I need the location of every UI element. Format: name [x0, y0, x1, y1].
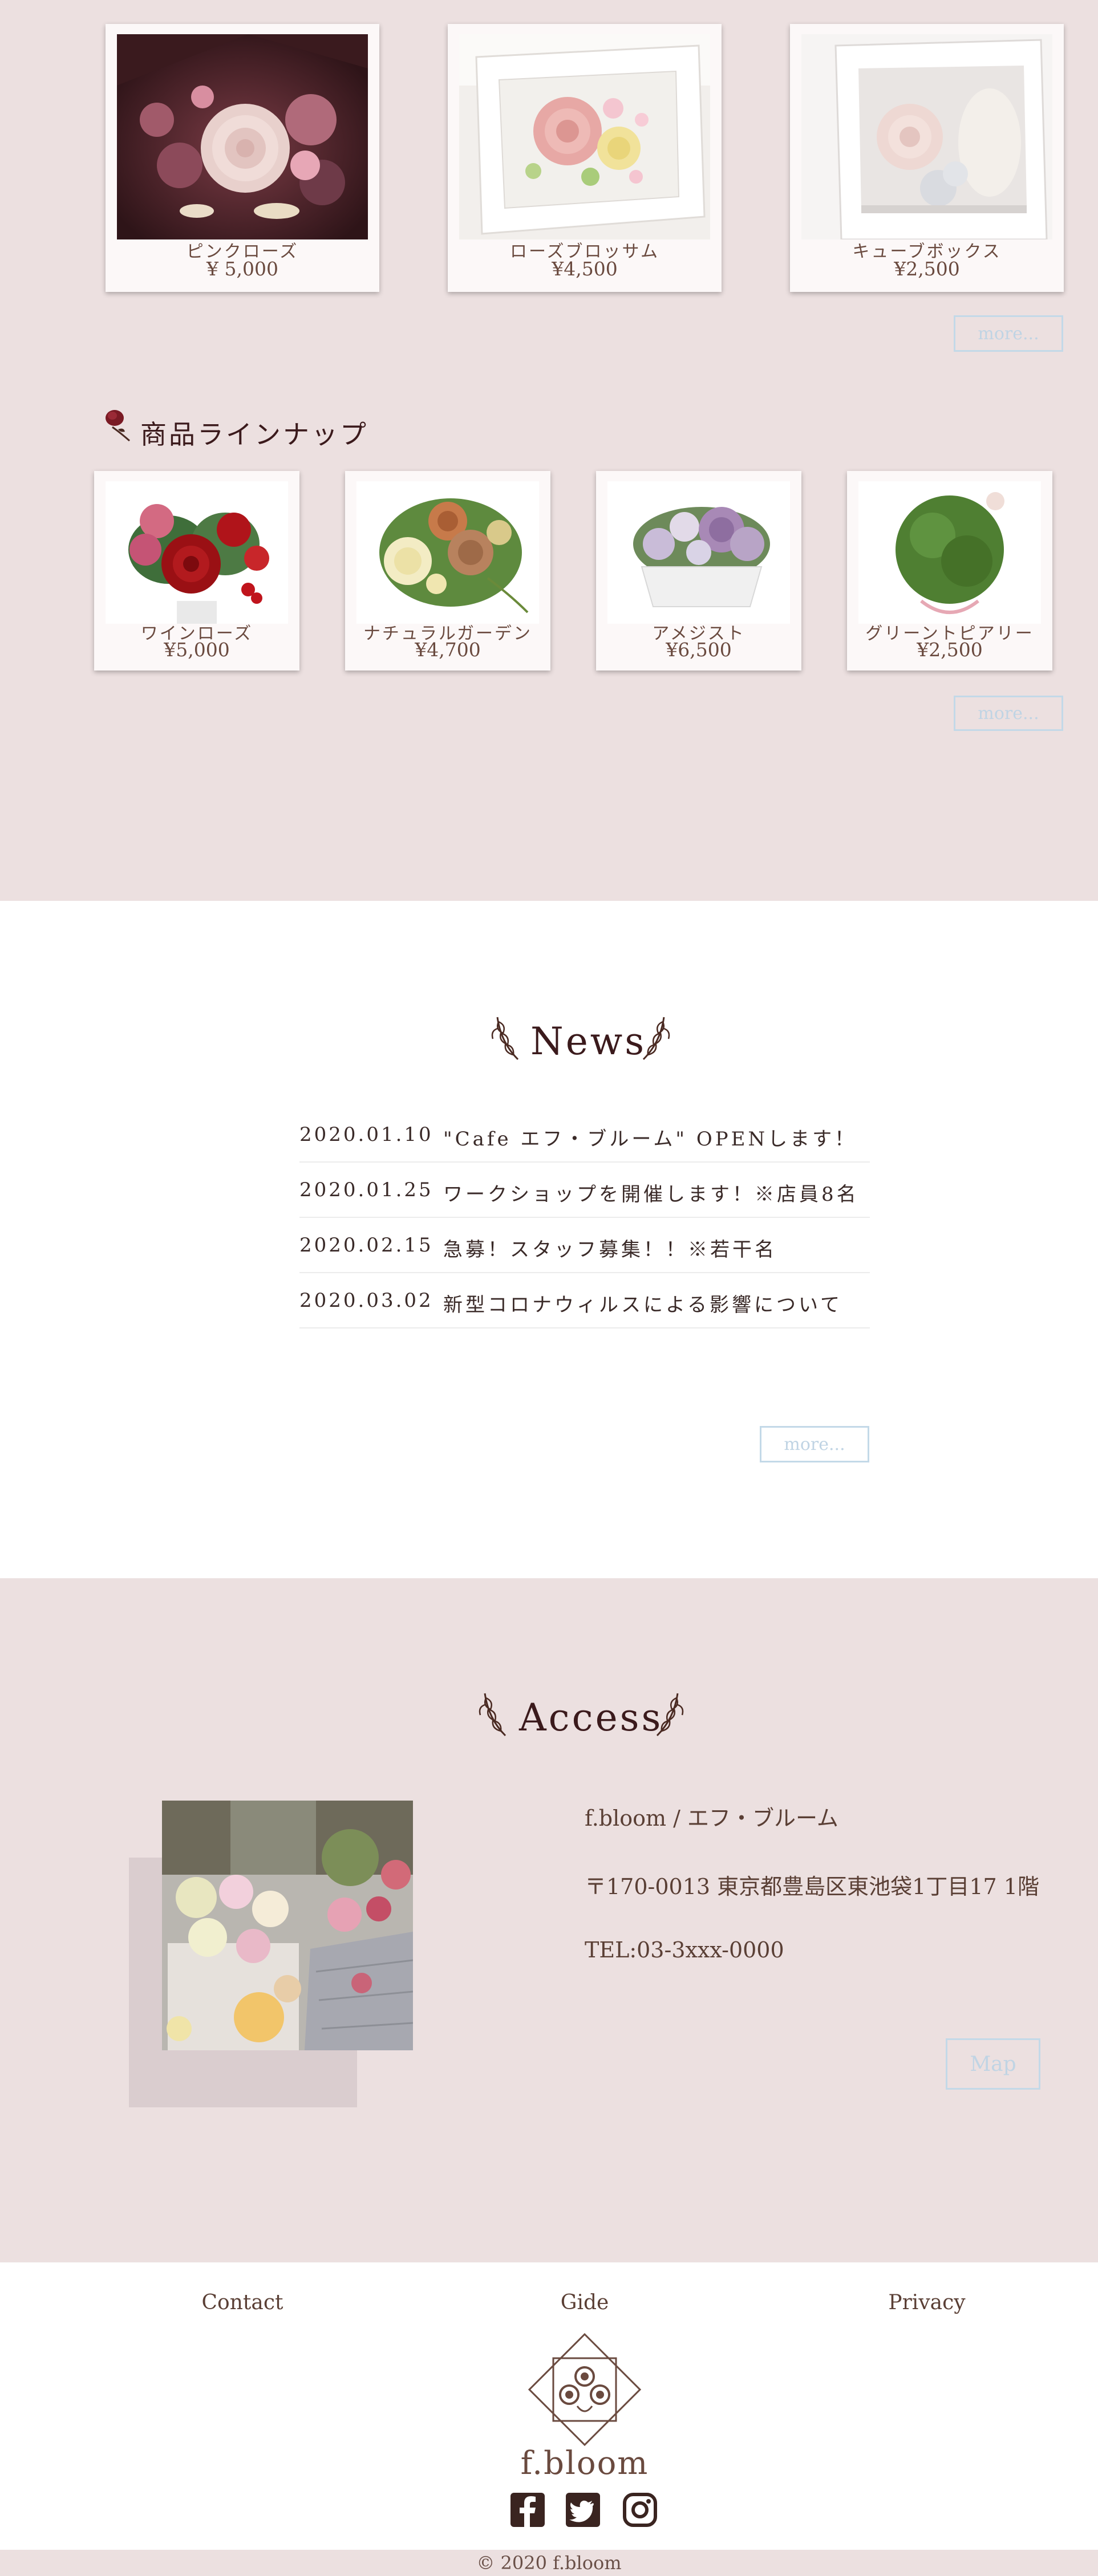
- logo-mark[interactable]: [526, 2331, 643, 2448]
- lineup-card-green-topiary[interactable]: グリーントピアリー ¥2,500: [847, 471, 1052, 671]
- product-price: ¥4,500: [552, 258, 618, 280]
- product-price: ¥4,700: [415, 639, 481, 661]
- product-image: [607, 481, 790, 624]
- news-date: 2020.01.25: [299, 1179, 433, 1201]
- product-price: ¥2,500: [917, 639, 983, 661]
- shop-photo: [162, 1801, 413, 2050]
- news-date: 2020.03.02: [299, 1289, 433, 1312]
- shop-name: f.bloom / エフ・ブルーム: [585, 1806, 838, 1831]
- access-title: Access: [519, 1696, 663, 1740]
- news-text: 急募！スタッフ募集！！※若干名: [443, 1238, 777, 1261]
- news-text: ワークショップを開催します！※店員8名: [443, 1183, 859, 1206]
- twitter-icon[interactable]: [565, 2492, 601, 2528]
- product-card-rose-blossom[interactable]: ローズブロッサム ¥4,500: [448, 24, 722, 292]
- copyright: © 2020 f.bloom: [0, 2550, 1098, 2576]
- lineup-heading: 商品ラインナップ: [140, 419, 368, 450]
- product-card-pink-rose[interactable]: ピンクローズ ¥ 5,000: [106, 24, 379, 292]
- product-image: [459, 34, 710, 239]
- news-section: News 2020.01.10 "Cafe エフ・ブルーム" OPENします！ …: [0, 901, 1098, 1578]
- news-text: "Cafe エフ・ブルーム" OPENします！: [443, 1128, 857, 1151]
- product-price: ¥6,500: [666, 639, 732, 661]
- featured-more-button[interactable]: more...: [954, 315, 1063, 352]
- facebook-icon[interactable]: [509, 2492, 546, 2528]
- logo-text: f.bloom: [520, 2445, 649, 2482]
- lineup-more-button[interactable]: more...: [954, 696, 1063, 731]
- news-title: News: [530, 1019, 647, 1063]
- product-image: [858, 481, 1041, 624]
- access-section: Access f.bloom / エフ・ブルーム 〒170-0013 東京都豊島…: [0, 1578, 1098, 2262]
- footer: Contact Gide Privacy f.bloom: [0, 2262, 1098, 2550]
- laurel-right-icon: [651, 1690, 686, 1738]
- product-image: [106, 481, 288, 624]
- lineup-card-wine-rose[interactable]: ワインローズ ¥5,000: [94, 471, 299, 671]
- rose-icon: [104, 408, 135, 442]
- product-price: ¥5,000: [164, 639, 230, 661]
- product-image: [801, 34, 1052, 239]
- news-more-button[interactable]: more...: [760, 1426, 869, 1462]
- news-item[interactable]: 2020.02.15 急募！スタッフ募集！！※若干名: [299, 1218, 870, 1273]
- news-item[interactable]: 2020.01.10 "Cafe エフ・ブルーム" OPENします！: [299, 1107, 870, 1163]
- product-image: [117, 34, 368, 239]
- news-date: 2020.02.15: [299, 1234, 433, 1257]
- footer-link-privacy[interactable]: Privacy: [870, 2291, 984, 2314]
- product-price: ¥ 5,000: [206, 258, 278, 280]
- laurel-left-icon: [489, 1014, 524, 1062]
- news-text: 新型コロナウィルスによる影響について: [443, 1294, 842, 1317]
- lineup-card-amethyst[interactable]: アメジスト ¥6,500: [596, 471, 801, 671]
- shop-address: 〒170-0013 東京都豊島区東池袋1丁目17 1階: [585, 1874, 1039, 1899]
- news-item[interactable]: 2020.03.02 新型コロナウィルスによる影響について: [299, 1273, 870, 1328]
- shop-tel: TEL:03-3xxx-0000: [585, 1937, 784, 1963]
- product-image: [356, 481, 539, 624]
- footer-link-contact[interactable]: Contact: [185, 2291, 299, 2314]
- laurel-left-icon: [477, 1690, 511, 1738]
- laurel-right-icon: [638, 1014, 672, 1062]
- news-date: 2020.01.10: [299, 1123, 433, 1146]
- product-card-cube-box[interactable]: キューブボックス ¥2,500: [790, 24, 1064, 292]
- product-price: ¥2,500: [894, 258, 960, 280]
- lineup-card-natural-garden[interactable]: ナチュラルガーデン ¥4,700: [345, 471, 550, 671]
- map-button[interactable]: Map: [946, 2038, 1040, 2090]
- products-section: ピンクローズ ¥ 5,000 ローズブロッサム ¥4,500 キューブボックス …: [0, 0, 1098, 901]
- news-item[interactable]: 2020.01.25 ワークショップを開催します！※店員8名: [299, 1163, 870, 1218]
- instagram-icon[interactable]: [622, 2492, 658, 2528]
- footer-link-gide[interactable]: Gide: [528, 2291, 642, 2314]
